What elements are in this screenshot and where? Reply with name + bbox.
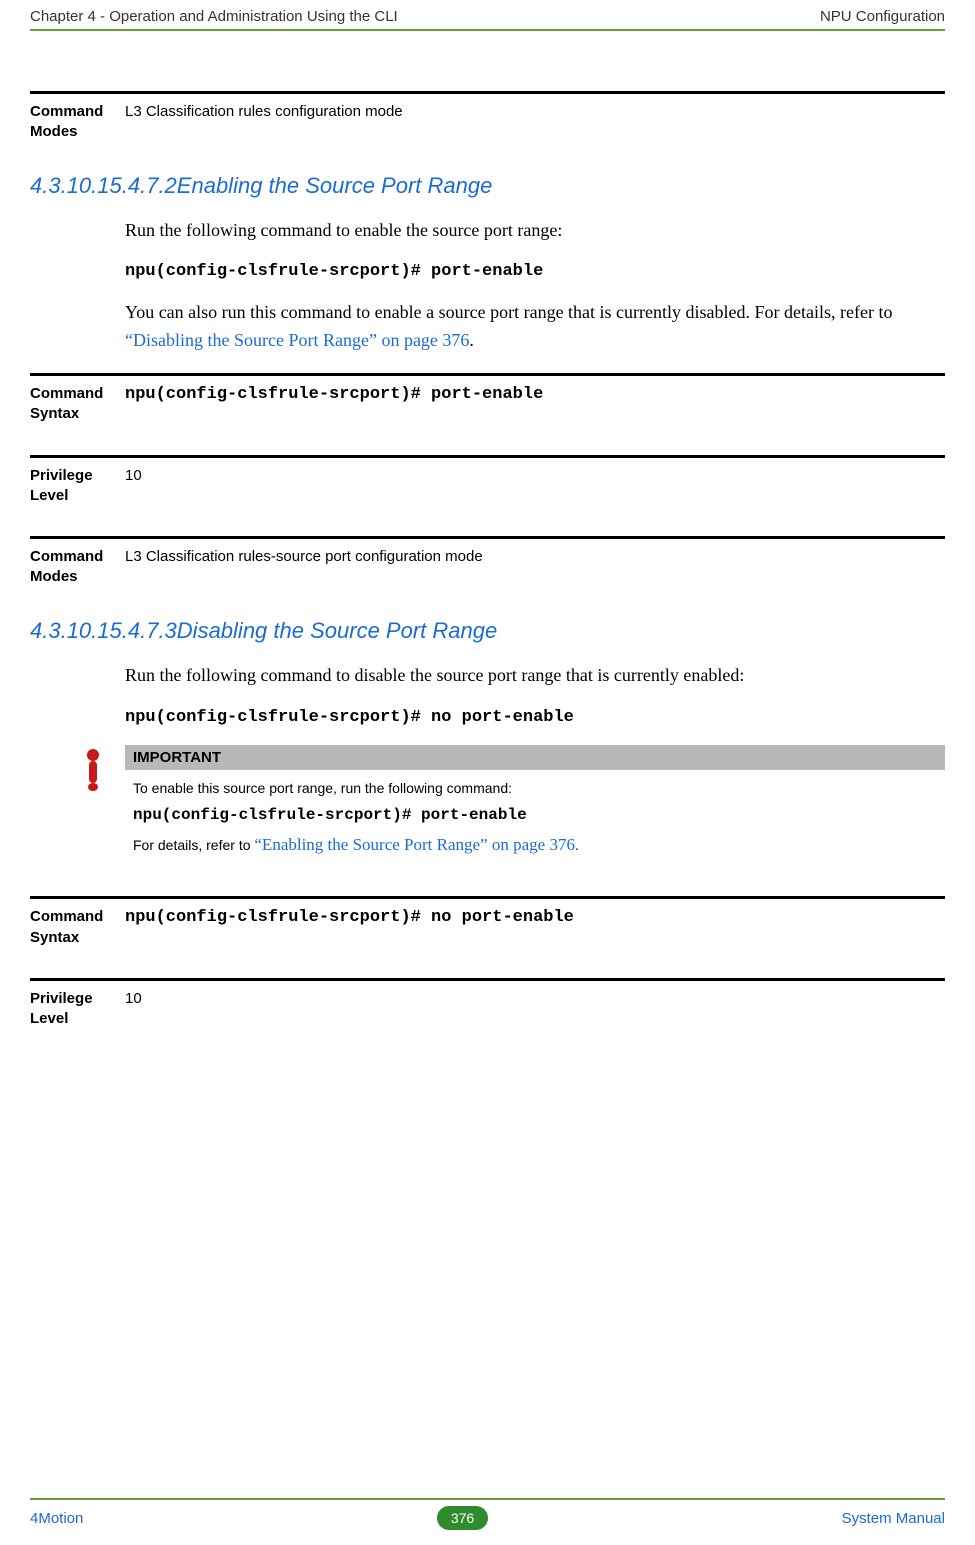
- privilege-level-block-2: Privilege Level 10: [30, 978, 945, 1030]
- important-callout: IMPORTANT To enable this source port ran…: [85, 745, 945, 867]
- privilege-level-value: 10: [125, 466, 945, 507]
- important-line2-prefix: For details, refer to: [133, 837, 254, 853]
- section-heading-enable: 4.3.10.15.4.7.2Enabling the Source Port …: [30, 173, 945, 199]
- important-command: npu(config-clsfrule-srcport)# port-enabl…: [133, 803, 937, 828]
- para2-prefix: You can also run this command to enable …: [125, 302, 892, 322]
- command-syntax-label: Command Syntax: [30, 384, 125, 425]
- section-title: Enabling the Source Port Range: [177, 173, 493, 198]
- section2-command: npu(config-clsfrule-srcport)# no port-en…: [125, 708, 945, 727]
- command-syntax-block-2: Command Syntax npu(config-clsfrule-srcpo…: [30, 896, 945, 948]
- para2-suffix: .: [469, 330, 474, 350]
- privilege-level-label-2: Privilege Level: [30, 989, 125, 1030]
- privilege-level-label: Privilege Level: [30, 466, 125, 507]
- section-number: 4.3.10.15.4.7.2: [30, 173, 177, 198]
- important-line2-suffix: .: [575, 837, 579, 853]
- section1-para1: Run the following command to enable the …: [125, 217, 945, 245]
- command-modes-label-2: Command Modes: [30, 547, 125, 588]
- important-icon: [85, 745, 125, 867]
- command-syntax-value-2: npu(config-clsfrule-srcport)# no port-en…: [125, 907, 945, 948]
- command-syntax-label-2: Command Syntax: [30, 907, 125, 948]
- important-body: To enable this source port range, run th…: [125, 770, 945, 867]
- header-left: Chapter 4 - Operation and Administration…: [30, 8, 398, 25]
- command-modes-label: Command Modes: [30, 102, 125, 143]
- header-right: NPU Configuration: [820, 8, 945, 25]
- section2-number: 4.3.10.15.4.7.3: [30, 618, 177, 643]
- disabling-link[interactable]: “Disabling the Source Port Range” on pag…: [125, 330, 469, 350]
- section2-title: Disabling the Source Port Range: [177, 618, 497, 643]
- page-number-badge: 376: [437, 1506, 488, 1530]
- enabling-link[interactable]: “Enabling the Source Port Range” on page…: [254, 835, 575, 854]
- important-header: IMPORTANT: [125, 745, 945, 770]
- command-modes-value: L3 Classification rules configuration mo…: [125, 102, 945, 143]
- important-line1: To enable this source port range, run th…: [133, 780, 512, 796]
- page-content: Command Modes L3 Classification rules co…: [0, 31, 975, 1029]
- privilege-level-block-1: Privilege Level 10: [30, 455, 945, 507]
- section2-para1: Run the following command to disable the…: [125, 662, 945, 690]
- section1-para2: You can also run this command to enable …: [125, 299, 945, 355]
- important-box: IMPORTANT To enable this source port ran…: [125, 745, 945, 867]
- command-syntax-block-1: Command Syntax npu(config-clsfrule-srcpo…: [30, 373, 945, 425]
- command-syntax-value: npu(config-clsfrule-srcport)# port-enabl…: [125, 384, 945, 425]
- page-header: Chapter 4 - Operation and Administration…: [0, 0, 975, 29]
- page-footer: 4Motion 376 System Manual: [0, 1498, 975, 1545]
- privilege-level-value-2: 10: [125, 989, 945, 1030]
- footer-left: 4Motion: [30, 1510, 83, 1527]
- section1-command: npu(config-clsfrule-srcport)# port-enabl…: [125, 262, 945, 281]
- footer-row: 4Motion 376 System Manual: [30, 1506, 945, 1530]
- command-modes-value-2: L3 Classification rules-source port conf…: [125, 547, 945, 588]
- command-modes-block-2: Command Modes L3 Classification rules-so…: [30, 536, 945, 588]
- command-modes-block-1: Command Modes L3 Classification rules co…: [30, 91, 945, 143]
- section-heading-disable: 4.3.10.15.4.7.3Disabling the Source Port…: [30, 618, 945, 644]
- footer-right: System Manual: [842, 1510, 945, 1527]
- footer-rule: [30, 1498, 945, 1500]
